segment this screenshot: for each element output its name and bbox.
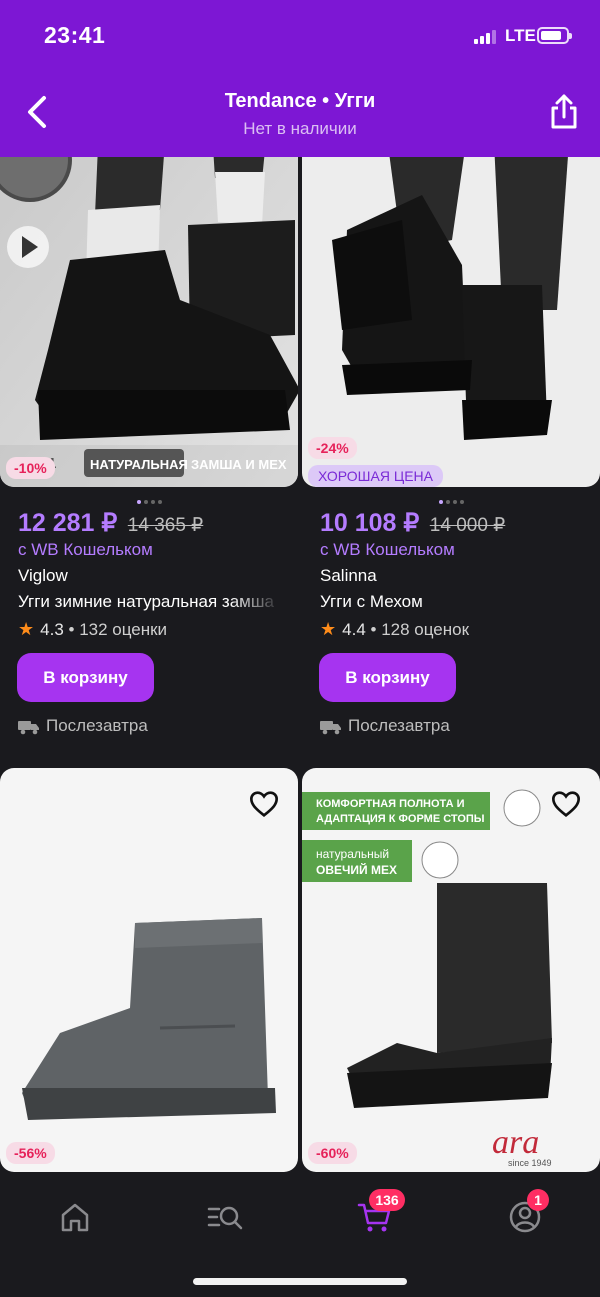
wallet-note: с WB Кошельком <box>18 540 153 559</box>
discount-badge: -24% <box>308 437 357 459</box>
home-indicator <box>193 1278 407 1285</box>
product-image[interactable]: -56% <box>0 768 298 1172</box>
brand: Viglow <box>18 566 68 585</box>
image-text: ОВЕЧИЙ МЕХ <box>316 862 397 877</box>
image-text: натуральный <box>316 847 389 861</box>
old-price: 14 365 ₽ <box>127 515 204 536</box>
image-text: КОМФОРТНАЯ ПОЛНОТА И <box>316 798 465 810</box>
status-bar: 23:41 LTE <box>0 0 600 72</box>
truck-icon <box>320 721 341 735</box>
rating: ★ 4.4 • 128 оценок <box>320 619 469 640</box>
screen: 36-41 НАТУРАЛЬНАЯ ЗАМША И МЕХ -10% 12 28… <box>0 0 600 1297</box>
home-icon[interactable] <box>55 1197 95 1237</box>
svg-text:НАТУРАЛЬНАЯ: НАТУРАЛЬНАЯ <box>90 457 188 472</box>
product-photo-ara-ugg: КОМФОРТНАЯ ПОЛНОТА И АДАПТАЦИЯ К ФОРМЕ С… <box>302 768 600 1172</box>
product-name[interactable]: Угги с Мехом <box>320 592 582 612</box>
truck-icon <box>18 721 39 735</box>
add-to-cart-button[interactable]: В корзину <box>17 653 154 702</box>
brand: Salinna <box>320 566 377 585</box>
price-row: 12 281 ₽ 14 365 ₽ <box>18 508 203 538</box>
price: 10 108 ₽ <box>320 509 420 537</box>
header-title-block: Tendance • Угги Нет в наличии <box>100 90 500 139</box>
delivery-info: Послезавтра <box>320 716 450 736</box>
review-count: • 128 оценок <box>370 620 470 639</box>
network-type: LTE <box>505 26 536 45</box>
old-price: 14 000 ₽ <box>429 515 506 536</box>
price: 12 281 ₽ <box>18 509 118 537</box>
product-photo-black-suede-ugg: 36-41 НАТУРАЛЬНАЯ ЗАМША И МЕХ <box>0 100 298 487</box>
add-to-cart-button[interactable]: В корзину <box>319 653 456 702</box>
name-fade <box>230 592 282 614</box>
delivery-text: Послезавтра <box>348 716 450 735</box>
discount-badge: -56% <box>6 1142 55 1164</box>
discount-badge: -10% <box>6 457 55 479</box>
back-chevron-icon[interactable] <box>18 92 58 132</box>
image-text: since 1949 <box>508 1158 552 1168</box>
product-image[interactable]: КОМФОРТНАЯ ПОЛНОТА И АДАПТАЦИЯ К ФОРМЕ С… <box>302 768 600 1172</box>
product-photo-grey-ugg <box>0 768 298 1172</box>
review-count: • 132 оценки <box>68 620 168 639</box>
image-text: АДАПТАЦИЯ К ФОРМЕ СТОПЫ <box>316 813 485 825</box>
star-icon: ★ <box>320 619 337 639</box>
image-pager-dots <box>0 491 298 509</box>
favorite-heart-icon[interactable] <box>248 788 280 820</box>
image-text: ara <box>492 1124 539 1161</box>
star-icon: ★ <box>18 619 35 639</box>
rating-value: 4.3 <box>40 620 64 639</box>
status-time: 23:41 <box>44 22 106 48</box>
catalog-search-icon[interactable] <box>205 1197 245 1237</box>
battery-icon <box>537 27 572 44</box>
cart-badge: 136 <box>369 1189 405 1211</box>
signal-icon <box>474 30 498 44</box>
share-icon[interactable] <box>544 92 584 132</box>
delivery-text: Послезавтра <box>46 716 148 735</box>
image-pager-dots <box>302 491 600 509</box>
svg-text:ЗАМША И МЕХ: ЗАМША И МЕХ <box>191 457 287 472</box>
delivery-info: Послезавтра <box>18 716 148 736</box>
app-header: 23:41 LTE Tendance • Угги Нет в наличии <box>0 0 600 157</box>
price-row: 10 108 ₽ 14 000 ₽ <box>320 508 505 538</box>
profile-badge: 1 <box>527 1189 549 1211</box>
rating: ★ 4.3 • 132 оценки <box>18 619 167 640</box>
rating-value: 4.4 <box>342 620 366 639</box>
page-title: Tendance • Угги <box>224 90 376 112</box>
product-image[interactable]: -24% ХОРОШАЯ ЦЕНА <box>302 100 600 487</box>
good-price-badge: ХОРОШАЯ ЦЕНА <box>308 465 443 487</box>
wallet-note: с WB Кошельком <box>320 540 455 559</box>
discount-badge: -60% <box>308 1142 357 1164</box>
favorite-heart-icon[interactable] <box>550 788 582 820</box>
product-image[interactable]: 36-41 НАТУРАЛЬНАЯ ЗАМША И МЕХ -10% <box>0 100 298 487</box>
product-photo-black-leather-ugg <box>302 100 600 487</box>
page-subtitle: Нет в наличии <box>243 119 357 138</box>
